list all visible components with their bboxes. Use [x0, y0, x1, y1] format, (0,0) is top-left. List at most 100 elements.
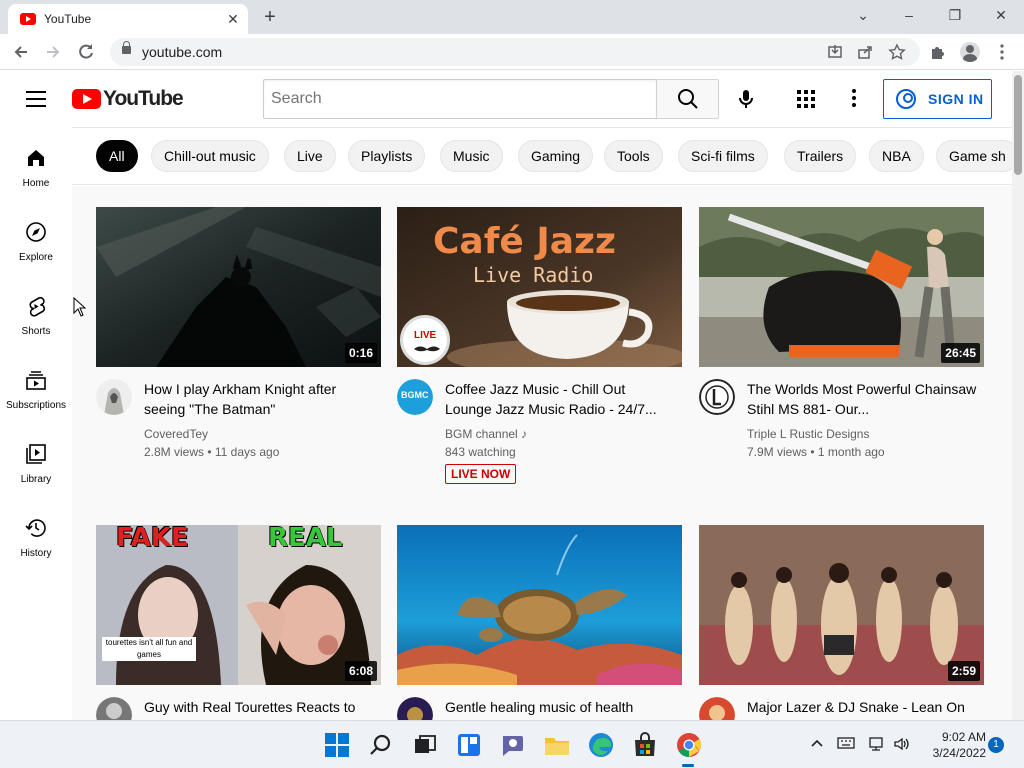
address-bar[interactable]: youtube.com: [110, 38, 920, 66]
browser-tab[interactable]: YouTube ✕: [8, 4, 248, 34]
video-title[interactable]: Coffee Jazz Music - Chill Out Lounge Jaz…: [445, 379, 675, 419]
mustache-icon: [414, 346, 440, 352]
chip-music[interactable]: Music: [440, 140, 503, 172]
channel-avatar[interactable]: [397, 697, 433, 720]
scrollbar-thumb[interactable]: [1014, 75, 1022, 175]
channel-avatar[interactable]: BGMC: [397, 379, 433, 415]
video-thumbnail[interactable]: 26:45: [699, 207, 984, 367]
sidebar-item-home[interactable]: Home: [0, 127, 72, 201]
guide-sidebar: Home Explore Shorts Subscriptions Librar…: [0, 127, 72, 720]
bookmark-star-icon[interactable]: [888, 43, 906, 61]
chip-gaming[interactable]: Gaming: [518, 140, 594, 172]
video-title[interactable]: Major Lazer & DJ Snake - Lean On: [747, 697, 977, 717]
extensions-icon[interactable]: [926, 40, 950, 64]
chrome-menu-icon[interactable]: [990, 40, 1014, 64]
youtube-masthead: YouTube SIGN IN: [0, 71, 1012, 127]
back-button[interactable]: [8, 39, 34, 65]
settings-more-icon[interactable]: [852, 89, 858, 109]
chip-all[interactable]: All: [96, 140, 138, 172]
widgets-icon[interactable]: [455, 731, 483, 759]
thumbnail-fake-label: FAKE: [116, 525, 189, 553]
page-scrollbar[interactable]: [1012, 71, 1024, 720]
browser-toolbar: youtube.com: [0, 34, 1024, 70]
account-circle-icon: [896, 89, 916, 109]
video-title[interactable]: How I play Arkham Knight after seeing "T…: [144, 379, 374, 419]
shorts-icon: [29, 296, 45, 317]
mouse-cursor-icon: [73, 297, 87, 317]
video-thumbnail[interactable]: 2:59: [699, 525, 984, 685]
chip-nba[interactable]: NBA: [869, 140, 924, 172]
apps-grid-icon[interactable]: [797, 90, 815, 108]
video-thumbnail[interactable]: [397, 525, 682, 685]
edge-browser-icon[interactable]: [587, 731, 615, 759]
keyboard-icon[interactable]: [837, 736, 855, 753]
url-text[interactable]: youtube.com: [142, 44, 222, 60]
install-icon[interactable]: [826, 43, 844, 61]
home-icon: [28, 150, 44, 166]
chrome-icon[interactable]: [675, 731, 703, 759]
network-icon[interactable]: [868, 736, 886, 755]
microphone-icon[interactable]: [732, 85, 760, 113]
share-icon[interactable]: [856, 43, 874, 61]
system-clock[interactable]: 9:02 AM 3/24/2022: [916, 729, 986, 761]
video-metadata: 843 watching: [445, 445, 516, 459]
chip-live[interactable]: Live: [284, 140, 336, 172]
search-button[interactable]: [656, 79, 719, 119]
logo-text: YouTube: [103, 87, 184, 110]
chip-tools[interactable]: Tools: [604, 140, 663, 172]
notification-badge[interactable]: 1: [988, 737, 1004, 753]
microsoft-store-icon[interactable]: [631, 731, 659, 759]
channel-avatar[interactable]: [699, 697, 735, 720]
forward-button[interactable]: [40, 39, 66, 65]
channel-name[interactable]: CoveredTey: [144, 427, 208, 441]
channel-name[interactable]: BGM channel ♪: [445, 427, 527, 441]
thumbnail-subtitle-text: Live Radio: [473, 263, 594, 287]
sidebar-item-label: Explore: [19, 252, 53, 263]
live-logo-text: LIVE: [414, 330, 437, 341]
video-title[interactable]: The Worlds Most Powerful Chainsaw Stihl …: [747, 379, 977, 419]
video-duration: 0:16: [344, 343, 377, 363]
sidebar-item-shorts[interactable]: Shorts: [0, 275, 72, 349]
tab-close-icon[interactable]: ✕: [224, 10, 242, 28]
chip-playlists[interactable]: Playlists: [348, 140, 426, 172]
video-title[interactable]: Gentle healing music of health: [445, 697, 675, 717]
lock-icon[interactable]: [122, 41, 131, 54]
volume-icon[interactable]: [893, 736, 911, 755]
show-hidden-icons[interactable]: [810, 736, 824, 753]
close-window-button[interactable]: ✕: [988, 4, 1014, 26]
chip-sci-fi-films[interactable]: Sci-fi films: [678, 140, 768, 172]
chip-game-shows[interactable]: Game sh: [936, 140, 1012, 172]
sidebar-item-explore[interactable]: Explore: [0, 201, 72, 275]
reload-button[interactable]: [73, 39, 99, 65]
restore-button[interactable]: ❐: [942, 4, 968, 26]
filter-chip-bar: All Chill-out music Live Playlists Music…: [72, 127, 1012, 185]
hamburger-menu-icon[interactable]: [26, 91, 46, 107]
file-explorer-icon[interactable]: [543, 731, 571, 759]
chip-chill-out-music[interactable]: Chill-out music: [151, 140, 269, 172]
channel-avatar[interactable]: [699, 379, 735, 415]
sidebar-item-library[interactable]: Library: [0, 423, 72, 497]
channel-avatar[interactable]: [96, 697, 132, 720]
sidebar-item-history[interactable]: History: [0, 497, 72, 571]
video-title[interactable]: Guy with Real Tourettes Reacts to: [144, 697, 374, 717]
task-view-icon[interactable]: [411, 731, 439, 759]
minimize-button[interactable]: –: [896, 4, 922, 26]
chip-trailers[interactable]: Trailers: [784, 140, 857, 172]
windows-start-icon[interactable]: [323, 731, 351, 759]
search-input[interactable]: [264, 80, 656, 118]
teams-chat-icon[interactable]: [499, 731, 527, 759]
video-thumbnail[interactable]: 0:16: [96, 207, 381, 367]
new-tab-button[interactable]: +: [258, 6, 282, 28]
profile-avatar-icon[interactable]: [960, 42, 980, 62]
channel-avatar[interactable]: [96, 379, 132, 415]
tab-search-icon[interactable]: ⌄: [850, 4, 876, 26]
video-thumbnail[interactable]: FAKE REAL tourettes isn't all fun and ga…: [96, 525, 381, 685]
video-thumbnail[interactable]: Café Jazz Live Radio LIVE: [397, 207, 682, 367]
active-app-indicator: [682, 764, 694, 767]
sidebar-item-subscriptions[interactable]: Subscriptions: [0, 349, 72, 423]
channel-name[interactable]: Triple L Rustic Designs: [747, 427, 869, 441]
search-icon[interactable]: [367, 731, 395, 759]
sign-in-button[interactable]: SIGN IN: [883, 79, 992, 119]
search-icon: [678, 89, 698, 109]
live-radio-logo: LIVE: [400, 315, 450, 365]
